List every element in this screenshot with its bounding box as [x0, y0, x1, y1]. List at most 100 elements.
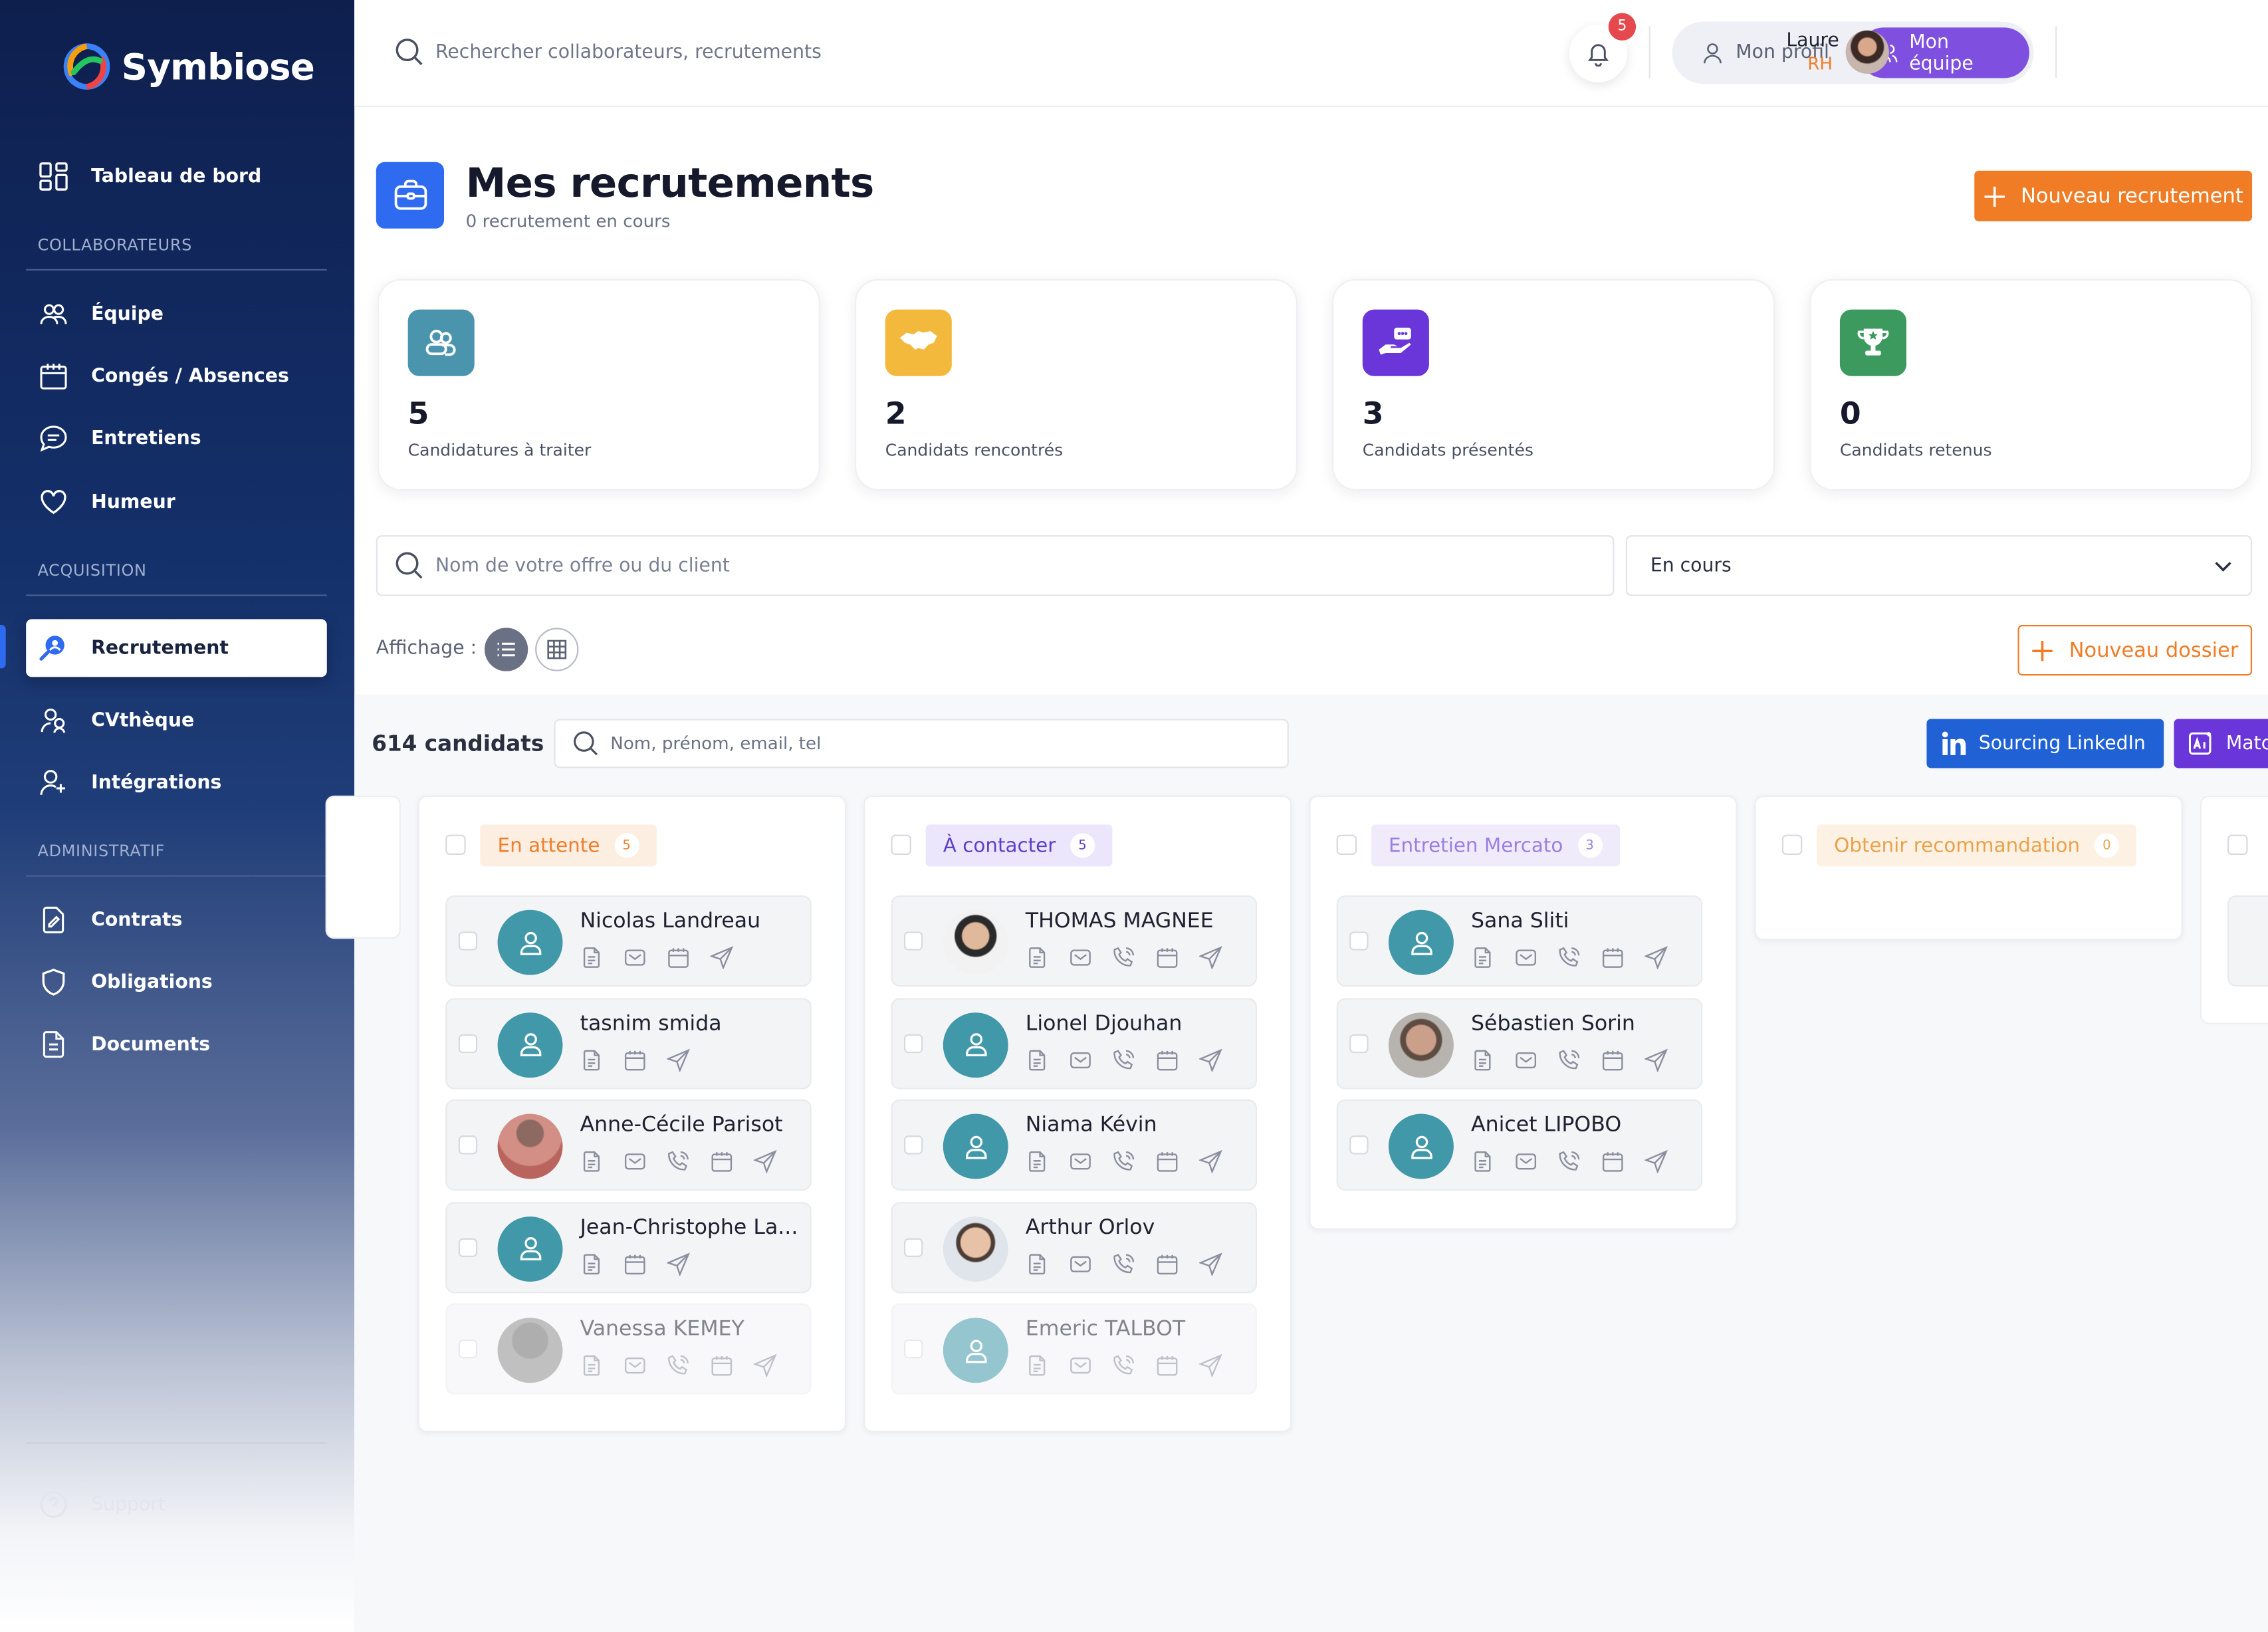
column-checkbox[interactable] — [445, 834, 466, 856]
send-icon[interactable] — [1198, 1048, 1222, 1072]
calendar-icon[interactable] — [667, 946, 690, 969]
calendar-icon[interactable] — [1601, 1048, 1625, 1072]
phone-icon[interactable] — [1558, 946, 1581, 969]
cv-icon[interactable] — [1471, 1150, 1494, 1173]
send-icon[interactable] — [667, 1252, 690, 1276]
column-status-tag[interactable]: Obtenir recommandation 0 — [1817, 824, 2137, 867]
status-select[interactable]: En cours — [1625, 535, 2253, 596]
mail-icon[interactable] — [1514, 1048, 1537, 1072]
sidebar-item-cvtheque[interactable]: CVthèque — [26, 691, 327, 749]
candidate-checkbox[interactable] — [1349, 1033, 1369, 1053]
send-icon[interactable] — [710, 946, 734, 969]
send-icon[interactable] — [1198, 1252, 1222, 1276]
candidate-checkbox[interactable] — [458, 1033, 478, 1053]
sidebar-item-contrats[interactable]: Contrats — [26, 891, 327, 949]
candidate-checkbox[interactable] — [458, 1237, 478, 1256]
phone-icon[interactable] — [1112, 1354, 1135, 1377]
calendar-icon[interactable] — [710, 1354, 733, 1377]
cv-icon[interactable] — [1026, 1354, 1049, 1377]
candidate-checkbox[interactable] — [1349, 1135, 1369, 1155]
global-search[interactable]: Rechercher collaborateurs, recrutements — [395, 38, 822, 67]
calendar-icon[interactable] — [1156, 1354, 1179, 1377]
list-view-button[interactable] — [484, 628, 528, 671]
sidebar-item-recrutement[interactable]: Recrutement — [26, 619, 327, 677]
new-folder-button[interactable]: Nouveau dossier — [2017, 625, 2253, 676]
cv-icon[interactable] — [1026, 946, 1049, 969]
column-checkbox[interactable] — [1781, 834, 1803, 856]
cv-icon[interactable] — [1026, 1252, 1049, 1275]
cv-icon[interactable] — [580, 1048, 604, 1072]
mail-icon[interactable] — [624, 946, 647, 969]
offer-search-input[interactable]: Nom de votre offre ou du client — [376, 535, 1615, 596]
candidate-card[interactable] — [2227, 895, 2268, 987]
column-status-tag[interactable]: À contacter 5 — [925, 824, 1113, 867]
stat-card-applications[interactable]: 5 Candidatures à traiter — [377, 279, 820, 491]
calendar-icon[interactable] — [1156, 1048, 1179, 1072]
mail-icon[interactable] — [1069, 946, 1092, 969]
mail-icon[interactable] — [1069, 1048, 1092, 1072]
new-recruitment-button[interactable]: Nouveau recrutement — [1974, 170, 2253, 221]
send-icon[interactable] — [1198, 1353, 1222, 1377]
stat-card-presented[interactable]: 3 Candidats présentés — [1332, 279, 1775, 491]
phone-icon[interactable] — [1112, 1150, 1135, 1173]
send-icon[interactable] — [1644, 1149, 1668, 1173]
sourcing-linkedin-button[interactable]: Sourcing LinkedIn — [1926, 719, 2164, 768]
send-icon[interactable] — [667, 1048, 690, 1072]
candidate-card[interactable]: Jean-Christophe La... — [445, 1201, 812, 1293]
candidate-checkbox[interactable] — [904, 1237, 923, 1256]
phone-icon[interactable] — [1112, 946, 1135, 969]
mail-icon[interactable] — [1069, 1252, 1092, 1275]
candidate-card[interactable]: Niama Kévin — [891, 1099, 1257, 1191]
candidate-card[interactable]: Nicolas Landreau — [445, 895, 812, 987]
grid-view-button[interactable] — [535, 628, 579, 671]
mail-icon[interactable] — [1514, 946, 1537, 969]
candidate-checkbox[interactable] — [904, 931, 923, 951]
match-ai-button[interactable]: Matc — [2174, 719, 2268, 768]
sidebar-item-equipe[interactable]: Équipe — [26, 285, 327, 343]
calendar-icon[interactable] — [1156, 1252, 1179, 1275]
sidebar-item-obligations[interactable]: Obligations — [26, 953, 327, 1011]
calendar-icon[interactable] — [1156, 946, 1179, 969]
cv-icon[interactable] — [580, 946, 604, 969]
calendar-icon[interactable] — [624, 1252, 647, 1275]
candidate-card[interactable]: Arthur Orlov — [891, 1201, 1257, 1293]
send-icon[interactable] — [1644, 946, 1668, 969]
mail-icon[interactable] — [1069, 1150, 1092, 1173]
candidate-checkbox[interactable] — [904, 1033, 923, 1053]
candidate-card[interactable]: Anne-Cécile Parisot — [445, 1099, 812, 1191]
sidebar-item-support[interactable]: Support — [39, 1490, 166, 1519]
sidebar-item-entretiens[interactable]: Entretiens — [26, 409, 327, 467]
calendar-icon[interactable] — [1601, 1150, 1625, 1173]
mail-icon[interactable] — [1514, 1150, 1537, 1173]
candidate-card[interactable]: Emeric TALBOT — [891, 1303, 1257, 1395]
column-status-tag[interactable]: En attente 5 — [480, 824, 657, 867]
cv-icon[interactable] — [1026, 1048, 1049, 1072]
candidate-card[interactable]: Anicet LIPOBO — [1336, 1099, 1703, 1191]
cv-icon[interactable] — [580, 1252, 604, 1275]
candidate-card[interactable]: tasnim smida — [445, 997, 812, 1089]
cv-icon[interactable] — [1026, 1150, 1049, 1173]
stat-card-retained[interactable]: 0 Candidats retenus — [1809, 279, 2253, 491]
candidate-checkbox[interactable] — [904, 1135, 923, 1155]
mail-icon[interactable] — [624, 1150, 647, 1173]
candidate-card[interactable]: Lionel Djouhan — [891, 997, 1257, 1089]
phone-icon[interactable] — [1112, 1252, 1135, 1275]
send-icon[interactable] — [1198, 1149, 1222, 1173]
column-checkbox[interactable] — [1336, 834, 1357, 856]
phone-icon[interactable] — [1112, 1048, 1135, 1072]
candidate-card[interactable]: Sébastien Sorin — [1336, 997, 1703, 1089]
global-search-input[interactable]: Rechercher collaborateurs, recrutements — [435, 41, 822, 63]
mail-icon[interactable] — [1069, 1354, 1092, 1377]
candidate-search-input[interactable]: Nom, prénom, email, tel — [554, 719, 1289, 768]
cv-icon[interactable] — [580, 1150, 604, 1173]
app-logo[interactable]: Symbiose — [60, 41, 315, 92]
send-icon[interactable] — [1644, 1048, 1668, 1072]
user-avatar[interactable] — [1845, 30, 1889, 74]
mail-icon[interactable] — [624, 1354, 647, 1377]
phone-icon[interactable] — [667, 1150, 690, 1173]
cv-icon[interactable] — [1471, 1048, 1494, 1072]
candidate-card[interactable]: Sana Sliti — [1336, 895, 1703, 987]
column-status-tag[interactable]: Entretien Mercato 3 — [1371, 824, 1620, 867]
candidate-checkbox[interactable] — [904, 1339, 923, 1359]
candidate-checkbox[interactable] — [458, 1135, 478, 1155]
